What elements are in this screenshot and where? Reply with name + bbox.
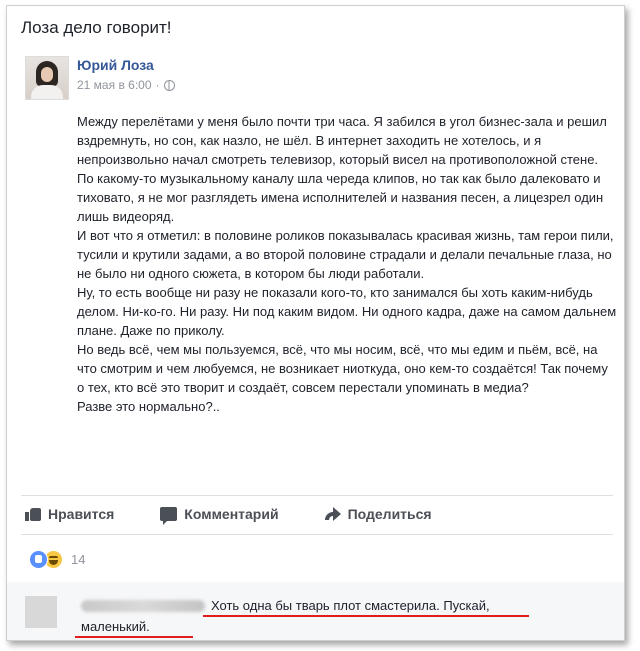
post-paragraph: Между перелётами у меня было почти три ч… (77, 114, 607, 224)
post-meta: 21 мая в 6:00 · (77, 78, 175, 92)
thumbs-up-icon (25, 507, 41, 521)
globe-icon[interactable] (163, 79, 175, 91)
comment-underline (203, 615, 529, 617)
like-button[interactable]: Нравится (25, 506, 114, 522)
post-paragraph: И вот что я отметил: в половине роликов … (77, 228, 614, 281)
post-timestamp[interactable]: 21 мая в 6:00 (77, 78, 152, 92)
commenter-avatar[interactable] (25, 596, 57, 628)
author-name-link[interactable]: Юрий Лоза (77, 57, 154, 73)
comment-underline (75, 636, 193, 638)
avatar-body (31, 85, 63, 99)
avatar-face (41, 67, 53, 82)
post-body: Между перелётами у меня было почти три ч… (77, 112, 617, 416)
share-button[interactable]: Поделиться (324, 506, 432, 522)
divider (21, 495, 613, 496)
comment-button[interactable]: Комментарий (160, 506, 279, 525)
post-paragraph: Ну, то есть вообще ни разу не показали к… (77, 285, 617, 338)
action-bar: Нравится Комментарий Поделиться (25, 506, 605, 525)
post-paragraph: Разве это нормально?.. (77, 399, 220, 414)
reaction-count: 14 (71, 552, 86, 567)
author-avatar[interactable] (25, 56, 69, 100)
reactions-summary[interactable]: 14 (29, 550, 85, 569)
divider (21, 534, 613, 535)
post-card: Лоза дело говорит! Юрий Лоза 21 мая в 6:… (6, 5, 625, 641)
page-title: Лоза дело говорит! (21, 18, 172, 37)
like-label: Нравится (48, 506, 115, 522)
share-arrow-icon (324, 507, 341, 521)
share-label: Поделиться (347, 506, 432, 522)
post-paragraph: Но ведь всё, чем мы пользуемся, всё, что… (77, 342, 608, 395)
like-icon (29, 550, 48, 569)
separator-dot: · (155, 78, 160, 92)
comment-label: Комментарий (184, 506, 279, 522)
comment-icon (160, 507, 178, 525)
